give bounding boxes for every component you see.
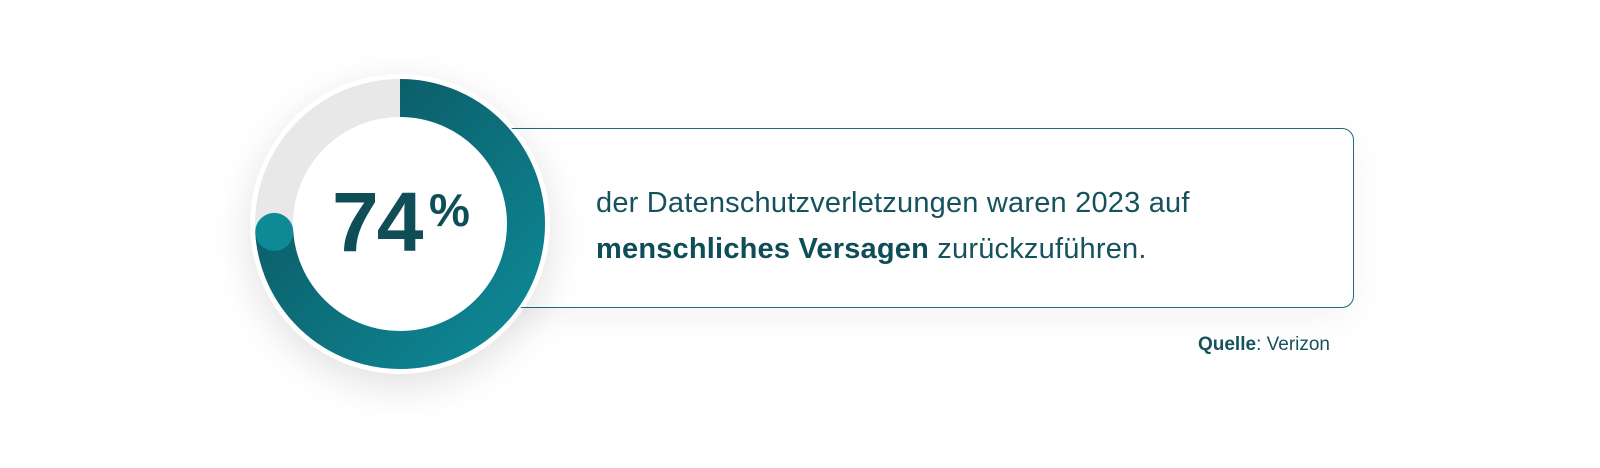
statement-line-2-rest: zurückzuführen. <box>929 233 1147 265</box>
percentage-sign: % <box>429 184 470 236</box>
source-value: Verizon <box>1266 334 1330 355</box>
source-separator: : <box>1256 334 1267 355</box>
source-note: Quelle: Verizon <box>1198 334 1330 356</box>
source-label: Quelle <box>1197 334 1257 355</box>
statement-line-1: der Datenschutzverletzungen waren 2023 a… <box>596 187 1190 219</box>
percentage-value: 74 <box>332 175 423 269</box>
statement-text: der Datenschutzverletzungen waren 2023 a… <box>596 180 1336 272</box>
donut-arc-end-cap <box>255 212 294 251</box>
statement-line-2: menschliches Versagen zurückzuführen. <box>596 226 1336 272</box>
statement-highlight: menschliches Versagen <box>596 233 930 265</box>
